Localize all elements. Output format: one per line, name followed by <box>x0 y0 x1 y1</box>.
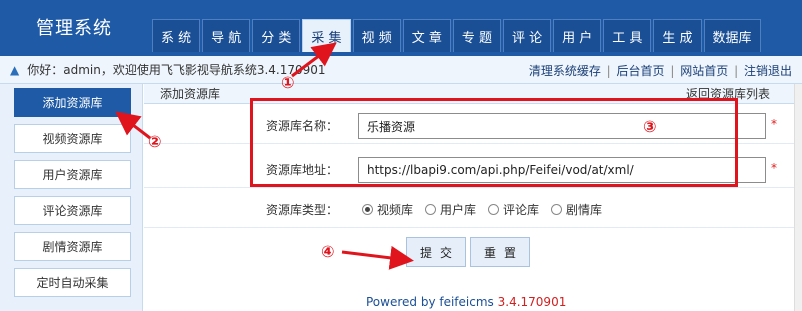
clear-cache-link[interactable]: 清理系统缓存 <box>529 64 601 78</box>
tab-video[interactable]: 视 频 <box>352 19 401 52</box>
annotation-4: ④ <box>321 242 335 261</box>
url-row: 资源库地址： * <box>144 152 794 188</box>
name-label: 资源库名称： <box>266 119 339 133</box>
sidebar-item-video-source[interactable]: 视频资源库 <box>14 124 131 153</box>
radio-video[interactable]: 视频库 <box>362 201 413 218</box>
sidebar-item-auto-collect[interactable]: 定时自动采集 <box>14 268 131 297</box>
type-radio-group: 视频库 用户库 评论库 剧情库 <box>362 201 602 218</box>
user-icon: ▲ <box>10 62 20 77</box>
annotation-2: ② <box>148 132 162 151</box>
source-name-input[interactable] <box>358 113 766 139</box>
tab-collect[interactable]: 采 集 <box>302 19 351 52</box>
radio-comment[interactable]: 评论库 <box>488 201 539 218</box>
tab-comment[interactable]: 评 论 <box>502 19 552 52</box>
url-label: 资源库地址： <box>266 163 339 177</box>
panel-title: 添加资源库 <box>160 87 221 101</box>
brand-title: 管理系统 <box>36 18 112 39</box>
radio-button[interactable] <box>488 204 500 215</box>
annotation-1: ① <box>281 73 295 92</box>
info-bar: ▲ 你好：admin，欢迎使用飞飞影视导航系统3.4.170901 清理系统缓存… <box>0 56 802 84</box>
tab-system[interactable]: 系 统 <box>152 19 201 52</box>
sidebar-item-add-source[interactable]: 添加资源库 <box>14 88 131 117</box>
tab-navigation[interactable]: 导 航 <box>202 19 251 52</box>
source-list-link[interactable]: 返回资源库列表 <box>686 85 770 102</box>
tab-topic[interactable]: 专 题 <box>452 19 501 52</box>
panel-header: 添加资源库 返回资源库列表 <box>144 84 794 104</box>
main-nav: 系 统 导 航 分 类 采 集 视 频 文 章 专 题 评 论 用 户 工 具 … <box>152 19 761 52</box>
link-separator: | <box>606 64 611 78</box>
tab-category[interactable]: 分 类 <box>252 19 301 52</box>
source-url-input[interactable] <box>358 157 766 183</box>
version-text: 3.4.170901 <box>497 295 567 309</box>
top-header: 管理系统 系 统 导 航 分 类 采 集 视 频 文 章 专 题 评 论 用 户… <box>0 0 802 56</box>
radio-plot[interactable]: 剧情库 <box>551 201 602 218</box>
site-home-link[interactable]: 网站首页 <box>680 64 728 78</box>
radio-user[interactable]: 用户库 <box>425 201 476 218</box>
radio-label: 剧情库 <box>566 203 603 217</box>
tab-database[interactable]: 数据库 <box>703 19 761 52</box>
type-row: 资源库类型： 视频库 用户库 评论库 剧情库 <box>144 192 794 228</box>
sidebar-item-comment-source[interactable]: 评论资源库 <box>14 196 131 225</box>
radio-label: 视频库 <box>377 203 414 217</box>
vertical-scrollbar[interactable] <box>794 84 802 311</box>
sidebar-item-plot-source[interactable]: 剧情资源库 <box>14 232 131 261</box>
quick-links: 清理系统缓存 | 后台首页 | 网站首页 | 注销退出 <box>529 62 792 79</box>
sidebar-item-user-source[interactable]: 用户资源库 <box>14 160 131 189</box>
sidebar: 添加资源库 视频资源库 用户资源库 评论资源库 剧情资源库 定时自动采集 <box>0 84 143 311</box>
main-panel: 添加资源库 返回资源库列表 资源库名称： * 资源库地址： * 资源库类型： 视… <box>144 84 802 311</box>
radio-label: 评论库 <box>503 203 540 217</box>
required-mark: * <box>771 161 777 175</box>
link-separator: | <box>670 64 675 78</box>
radio-button[interactable] <box>425 204 437 215</box>
tab-tools[interactable]: 工 具 <box>603 19 652 52</box>
submit-button[interactable]: 提交 <box>406 237 466 267</box>
type-label: 资源库类型： <box>266 203 339 217</box>
annotation-3: ③ <box>643 117 657 136</box>
tab-article[interactable]: 文 章 <box>402 19 451 52</box>
footer-powered: Powered by feifeicms 3.4.170901 <box>366 295 566 309</box>
link-separator: | <box>734 64 739 78</box>
radio-button[interactable] <box>551 204 563 215</box>
tab-user[interactable]: 用 户 <box>553 19 602 52</box>
admin-home-link[interactable]: 后台首页 <box>617 64 665 78</box>
name-row: 资源库名称： * <box>144 108 794 144</box>
required-mark: * <box>771 117 777 131</box>
reset-button[interactable]: 重置 <box>470 237 530 267</box>
radio-button[interactable] <box>362 204 373 215</box>
radio-label: 用户库 <box>440 203 477 217</box>
logout-link[interactable]: 注销退出 <box>744 64 792 78</box>
powered-text: Powered by feifeicms <box>366 295 494 309</box>
tab-generate[interactable]: 生 成 <box>653 19 702 52</box>
